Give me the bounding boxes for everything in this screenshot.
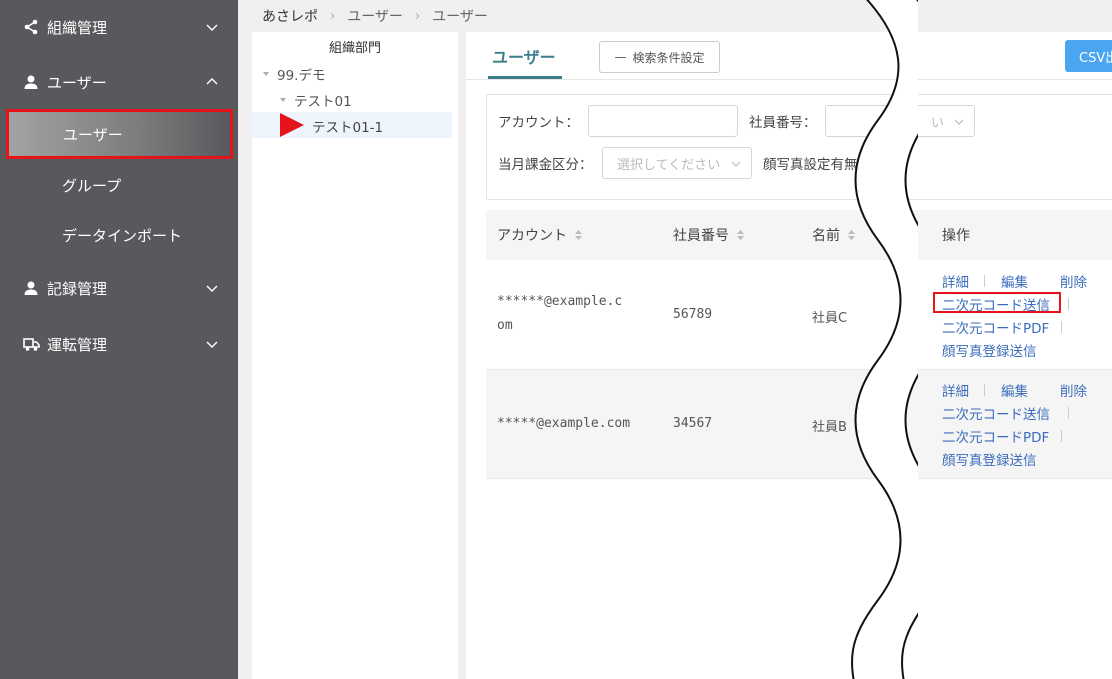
op-divider — [1061, 321, 1062, 333]
tab-divider — [466, 79, 1112, 80]
subnav-group[interactable]: グループ — [0, 161, 238, 209]
edit-link[interactable]: 編集 — [1001, 271, 1028, 291]
subnav-data-import-label: データインポート — [62, 226, 183, 245]
sort-icon[interactable] — [574, 229, 583, 241]
tab-user[interactable]: ユーザー — [492, 44, 556, 68]
qr-pdf-link[interactable]: 二次元コードPDF — [942, 317, 1049, 337]
qr-pdf-link[interactable]: 二次元コードPDF — [942, 426, 1049, 446]
cell-account: ******@example.c — [497, 294, 623, 309]
send-photo-link[interactable]: 顔写真登録送信 — [942, 449, 1037, 469]
search-conditions-label: 検索条件設定 — [632, 50, 705, 65]
tree-node-test01[interactable]: テスト01 — [278, 90, 352, 110]
share-icon — [22, 18, 40, 36]
tree-title: 組織部門 — [328, 41, 381, 56]
person-icon — [22, 279, 40, 297]
op-divider — [1068, 407, 1069, 419]
sort-icon[interactable] — [736, 229, 745, 241]
nav-user-label: ユーザー — [47, 73, 107, 92]
header-account[interactable]: アカウント — [497, 225, 583, 245]
employee-no-placeholder: い — [930, 115, 944, 131]
nav-driving[interactable]: 運転管理 — [0, 324, 238, 364]
csv-export-button[interactable]: CSV出 — [1065, 40, 1112, 72]
send-photo-link[interactable]: 顔写真登録送信 — [942, 340, 1037, 360]
header-employee-no-label: 社員番号 — [673, 228, 729, 244]
subnav-user[interactable]: ユーザー — [6, 109, 233, 159]
nav-records-label: 記録管理 — [47, 279, 108, 298]
omission-wave — [851, 0, 918, 679]
op-divider — [1061, 430, 1062, 442]
nav-organization-label: 組織管理 — [47, 18, 108, 37]
cell-employee-no: 34567 — [673, 416, 713, 431]
breadcrumb-separator-icon: › — [414, 8, 421, 24]
truck-icon — [22, 335, 40, 353]
chevron-down-icon — [954, 119, 964, 125]
cell-employee-no: 56789 — [673, 307, 713, 322]
nav-organization[interactable]: 組織管理 — [0, 7, 238, 47]
delete-link[interactable]: 削除 — [1060, 380, 1087, 400]
nav-user[interactable]: ユーザー — [0, 62, 238, 102]
highlight-annotation — [933, 292, 1061, 313]
cell-name: 社員B — [812, 420, 847, 435]
subnav-group-label: グループ — [62, 176, 122, 195]
annotation-arrow — [280, 113, 304, 137]
csv-export-label: CSV出 — [1079, 50, 1112, 66]
chevron-down-icon — [206, 285, 218, 292]
breadcrumb-current: ユーザー — [432, 9, 488, 25]
account-input[interactable] — [588, 105, 738, 137]
cell-account: *****@example.com — [497, 416, 631, 431]
tree-node-demo[interactable]: 99.デモ — [261, 64, 325, 84]
org-tree-panel: 組織部門 99.デモ テスト01 テスト01-1 — [252, 32, 458, 679]
detail-link[interactable]: 詳細 — [942, 271, 969, 291]
tree-node-label: 99.デモ — [277, 68, 326, 84]
table-row: *****@example.com 34567 社員B 詳細 編集 削除 二次元… — [486, 370, 1112, 479]
employee-no-label: 社員番号： — [749, 115, 817, 131]
table-row: ******@example.c om 56789 社員C 詳細 編集 削除 二… — [486, 260, 1112, 370]
nav-driving-label: 運転管理 — [47, 335, 108, 354]
chevron-up-icon — [206, 78, 218, 85]
delete-link[interactable]: 削除 — [1060, 271, 1087, 291]
cell-name: 社員C — [812, 311, 848, 326]
search-conditions-button[interactable]: — 検索条件設定 — [599, 41, 720, 73]
breadcrumb-home[interactable]: あさレポ — [262, 6, 318, 26]
table-header: アカウント 社員番号 名前 操作 — [486, 210, 1112, 260]
tree-node-label: テスト01-1 — [312, 120, 384, 136]
caret-down-icon[interactable] — [278, 95, 288, 105]
tree-node-test01-1[interactable]: テスト01-1 — [312, 116, 383, 136]
user-icon — [22, 73, 40, 91]
edit-link[interactable]: 編集 — [1001, 380, 1028, 400]
header-account-label: アカウント — [497, 228, 567, 244]
header-actions: 操作 — [942, 228, 970, 244]
filter-panel: アカウント： 社員番号： い 当月課金区分： 選択してください 顔写真設定有無 — [486, 94, 1112, 200]
header-name-label: 名前 — [812, 228, 840, 244]
detail-link[interactable]: 詳細 — [942, 380, 969, 400]
breadcrumb: あさレポ › ユーザー › ユーザー — [262, 6, 488, 26]
op-divider — [984, 384, 985, 396]
billing-label: 当月課金区分： — [498, 157, 593, 173]
sidebar: 組織管理 ユーザー ユーザー グループ データインポート 記録管理 運転管理 — [0, 0, 238, 679]
subnav-data-import[interactable]: データインポート — [0, 211, 238, 259]
billing-placeholder: 選択してください — [617, 157, 721, 173]
tree-node-label: テスト01 — [294, 94, 352, 110]
cell-account-wrap: om — [497, 318, 513, 333]
send-qr-link[interactable]: 二次元コード送信 — [942, 403, 1050, 423]
account-label: アカウント： — [498, 115, 579, 131]
chevron-down-icon — [206, 341, 218, 348]
op-divider — [1068, 298, 1069, 310]
chevron-down-icon — [206, 24, 218, 31]
main-panel: ユーザー — 検索条件設定 CSV出 アカウント： 社員番号： い 当月課金区分… — [466, 32, 1112, 679]
photo-setting-label: 顔写真設定有無 — [763, 157, 858, 173]
minus-icon: — — [614, 50, 627, 64]
chevron-down-icon — [731, 161, 741, 167]
billing-select[interactable]: 選択してください — [602, 147, 752, 179]
header-employee-no[interactable]: 社員番号 — [673, 225, 745, 245]
caret-down-icon[interactable] — [261, 69, 271, 79]
op-divider — [984, 275, 985, 287]
breadcrumb-separator-icon: › — [330, 8, 336, 24]
subnav-user-label: ユーザー — [63, 125, 123, 144]
nav-records[interactable]: 記録管理 — [0, 268, 238, 308]
breadcrumb-user-section[interactable]: ユーザー — [347, 6, 403, 26]
